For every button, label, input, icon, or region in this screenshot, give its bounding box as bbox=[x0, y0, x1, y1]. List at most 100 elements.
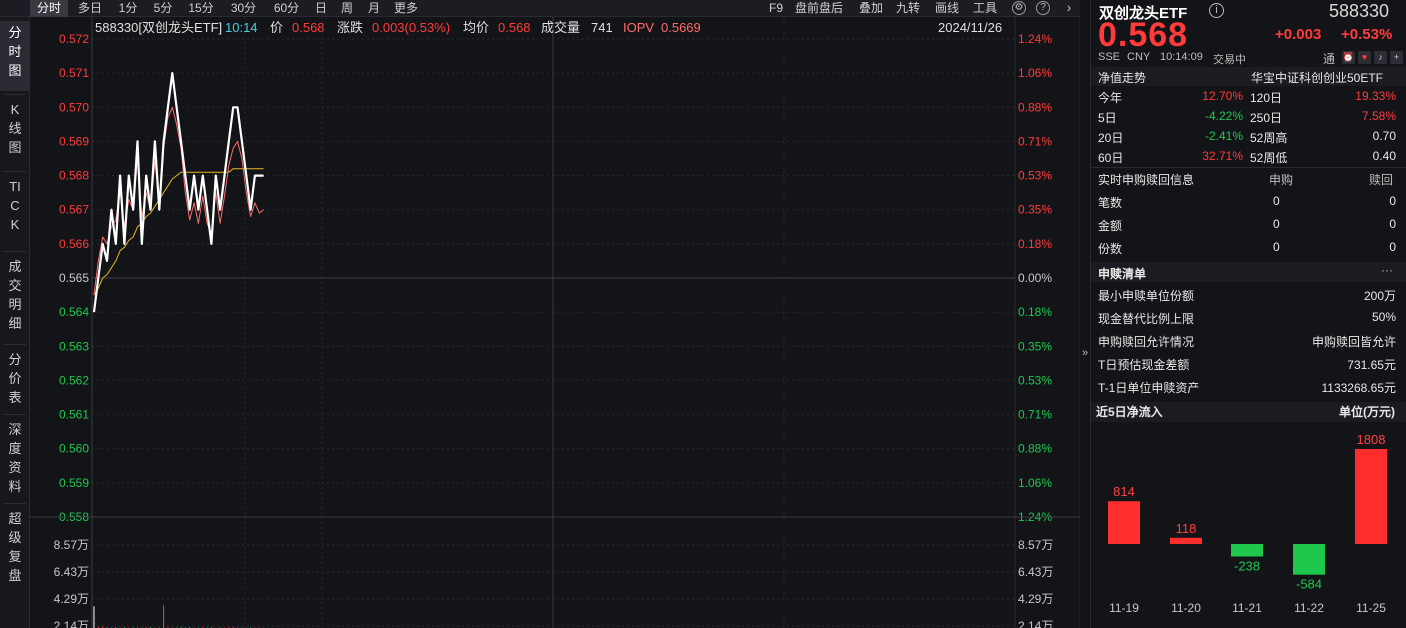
toolbar-huaxian-button[interactable]: 画线 bbox=[935, 0, 959, 17]
subscription-value: 0 bbox=[1273, 194, 1280, 208]
net-inflow-date-label: 11-21 bbox=[1232, 601, 1262, 615]
quote-timestamp: 10:14:09 bbox=[1160, 51, 1203, 63]
perf-value: 0.40 bbox=[1372, 149, 1396, 163]
toolbar-jiuzhuan-button[interactable]: 九转 bbox=[896, 0, 920, 17]
net-inflow-bar bbox=[1231, 544, 1263, 557]
volume-value: 741 bbox=[591, 20, 613, 35]
view-tab-fenjia[interactable]: 分价表 bbox=[0, 348, 30, 411]
perf-label: 52周低 bbox=[1250, 151, 1288, 165]
toolbar-tab-gengduo[interactable]: 更多 bbox=[391, 0, 421, 17]
pct-tick-label: 0.53% bbox=[1018, 373, 1052, 387]
toolbar-pqph-button[interactable]: 盘前盘后 bbox=[795, 0, 843, 17]
toolbar-tab-1fen[interactable]: 1分 bbox=[113, 0, 143, 17]
perf-label: 250日 bbox=[1250, 111, 1283, 125]
net-inflow-bar bbox=[1170, 537, 1202, 544]
add-icon[interactable]: + bbox=[1390, 51, 1403, 64]
view-tab-kxiantu[interactable]: K线图 bbox=[0, 98, 30, 168]
redemption-value: 0 bbox=[1389, 194, 1396, 208]
volume-tick-label-right: 6.43万 bbox=[1018, 565, 1053, 579]
price-tick-label: 0.559 bbox=[59, 476, 89, 490]
price-tick-label: 0.566 bbox=[59, 237, 89, 251]
toolbar-tab-5fen[interactable]: 5分 bbox=[148, 0, 178, 17]
security-code: 588330 bbox=[1329, 1, 1390, 21]
net-inflow-date-label: 11-20 bbox=[1171, 601, 1201, 615]
toolbar-tab-15fen[interactable]: 15分 bbox=[183, 0, 219, 17]
settings-icon[interactable]: ⚙ bbox=[1012, 1, 1026, 15]
toolbar-gongju-button[interactable]: 工具 bbox=[973, 0, 997, 17]
tab-separator bbox=[4, 344, 26, 345]
price-tick-label: 0.563 bbox=[59, 339, 89, 353]
toolbar-tab-60fen[interactable]: 60分 bbox=[268, 0, 305, 17]
view-tab-tick[interactable]: TICK bbox=[0, 175, 30, 247]
help-icon[interactable]: ? bbox=[1036, 1, 1050, 15]
pct-tick-label: 0.71% bbox=[1018, 408, 1052, 422]
view-tab-shendu[interactable]: 深度资料 bbox=[0, 418, 30, 502]
perf-value: 0.70 bbox=[1372, 129, 1396, 143]
perf-value: 32.71% bbox=[1202, 149, 1243, 163]
price-tick-label: 0.572 bbox=[59, 32, 89, 46]
quote-time: 10:14 bbox=[225, 20, 258, 35]
volume-tick-label: 4.29万 bbox=[54, 592, 89, 606]
perf-label: 20日 bbox=[1098, 131, 1124, 145]
creation-list-more[interactable]: ··· bbox=[1381, 263, 1393, 277]
chart-toolbar: 分时 多日 1分 5分 15分 30分 60分日周月更多 F9 盘前盘后 叠加 九转 画线 工具 ⚙? › bbox=[0, 0, 1080, 17]
toolbar-diejia-button[interactable]: 叠加 bbox=[859, 0, 883, 17]
toolbar-tab-yue[interactable]: 月 bbox=[364, 0, 384, 17]
perf-label: 120日 bbox=[1250, 91, 1283, 105]
net-inflow-unit: 单位(万元) bbox=[1339, 404, 1395, 419]
volume-label: 成交量 bbox=[541, 20, 581, 35]
creation-list-label: T日预估现金差额 bbox=[1098, 358, 1190, 372]
view-tab-fenshitu[interactable]: 分时图 bbox=[0, 21, 30, 91]
nav-trend-title: 净值走势 bbox=[1098, 71, 1147, 85]
view-tab-chengjiao[interactable]: 成交明细 bbox=[0, 255, 30, 341]
net-inflow-value-label: -238 bbox=[1234, 559, 1260, 574]
net-inflow-chart: 近5日净流入 单位(万元) 814 11-19 118 11-20 -238 11-21 -58… bbox=[1096, 404, 1395, 615]
net-inflow-value-label: 118 bbox=[1176, 521, 1197, 536]
price-tick-label: 0.570 bbox=[59, 100, 89, 114]
avg-label: 均价 bbox=[463, 20, 490, 35]
view-tab-chaoji[interactable]: 超级复盘 bbox=[0, 507, 30, 587]
perf-label: 52周高 bbox=[1250, 131, 1288, 145]
realtime-subscription-title: 实时申购赎回信息 bbox=[1098, 173, 1195, 187]
collapse-panel-toggle[interactable]: » bbox=[1080, 346, 1090, 360]
intraday-chart: 0.572 1.24% 0.571 1.06% 0.570 0.88% 0.569 0.71%… bbox=[30, 17, 1080, 628]
price-tick-label: 0.567 bbox=[59, 203, 89, 217]
tong-label: 通 bbox=[1323, 52, 1336, 66]
bell-icon[interactable]: ♪ bbox=[1374, 51, 1387, 64]
net-inflow-title: 近5日净流入 bbox=[1096, 404, 1163, 419]
toolbar-tab-ri[interactable]: 日 bbox=[311, 0, 331, 17]
stock-code-name: 588330[双创龙头ETF] bbox=[95, 20, 223, 35]
perf-label: 5日 bbox=[1098, 111, 1117, 125]
heart-icon[interactable]: ♥ bbox=[1358, 51, 1371, 64]
net-inflow-value-label: -584 bbox=[1296, 577, 1322, 592]
quote-panel: 双创龙头ETF i 588330 0.568 +0.003 +0.53% SSE… bbox=[1090, 0, 1406, 628]
creation-list-label: 现金替代比例上限 bbox=[1098, 312, 1195, 326]
trading-status: 交易中 bbox=[1213, 54, 1246, 66]
perf-value: 19.33% bbox=[1355, 89, 1396, 103]
toolbar-tab-fenshi[interactable]: 分时 bbox=[30, 0, 68, 17]
pct-tick-label: 0.18% bbox=[1018, 237, 1052, 251]
info-icon[interactable]: i bbox=[1209, 3, 1224, 18]
redemption-value: 0 bbox=[1389, 217, 1396, 231]
pct-tick-label: 1.24% bbox=[1018, 32, 1052, 46]
pct-tick-label: 1.06% bbox=[1018, 66, 1052, 80]
redemption-header: 赎回 bbox=[1369, 173, 1394, 187]
toolbar-tab-30fen[interactable]: 30分 bbox=[225, 0, 262, 17]
toolbar-tab-zhou[interactable]: 周 bbox=[337, 0, 357, 17]
chart-date: 2024/11/26 bbox=[938, 20, 1003, 35]
net-inflow-value-label: 1808 bbox=[1357, 432, 1386, 447]
redemption-value: 0 bbox=[1389, 240, 1396, 254]
left-view-tabs: 分时图 K线图 TICK 成交明细分价表深度资料超级复盘 bbox=[0, 17, 30, 628]
perf-value: -4.22% bbox=[1204, 109, 1243, 123]
realtime-row-label: 份数 bbox=[1098, 242, 1123, 256]
volume-tick-label-right: 8.57万 bbox=[1018, 538, 1053, 552]
tracking-index: 华宝中证科创创业50ETF bbox=[1251, 71, 1384, 85]
price-tick-label: 0.568 bbox=[59, 169, 89, 183]
more-icon[interactable]: › bbox=[1062, 0, 1076, 15]
toolbar-f9-button[interactable]: F9 bbox=[769, 0, 783, 17]
perf-value: -2.41% bbox=[1204, 129, 1243, 143]
toolbar-tab-duori[interactable]: 多日 bbox=[72, 0, 108, 17]
alert-icon[interactable]: ⏰ bbox=[1342, 51, 1355, 64]
price-tick-label: 0.561 bbox=[59, 408, 89, 422]
tab-separator bbox=[4, 94, 26, 95]
